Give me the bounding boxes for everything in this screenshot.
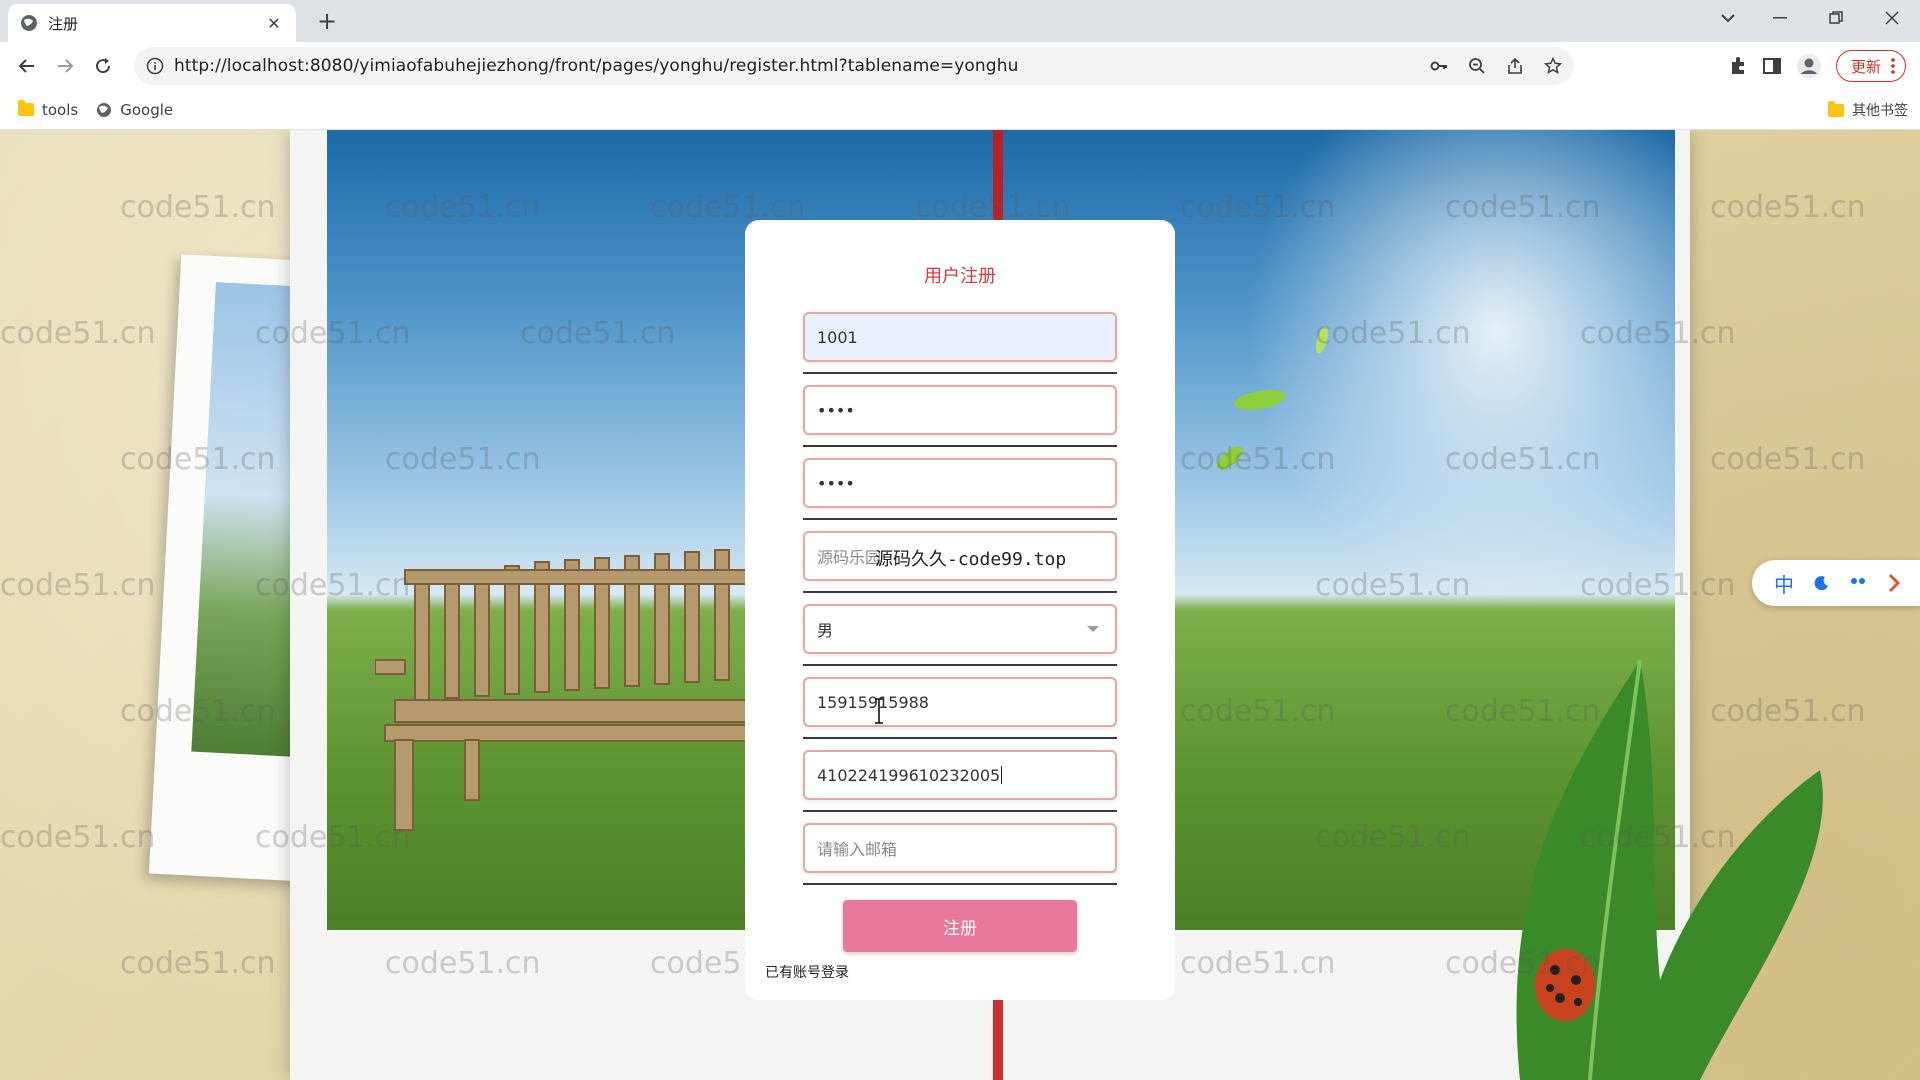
moon-icon[interactable] bbox=[1814, 575, 1830, 591]
globe-icon bbox=[97, 102, 112, 117]
share-icon[interactable] bbox=[1506, 57, 1524, 75]
divider bbox=[803, 810, 1117, 812]
confirm-password-value: •••• bbox=[817, 473, 855, 493]
close-window-button[interactable] bbox=[1864, 0, 1920, 36]
account-field[interactable]: 1001 bbox=[803, 312, 1117, 362]
forward-button[interactable] bbox=[46, 47, 84, 85]
bookmark-tools[interactable]: tools bbox=[18, 100, 79, 119]
other-bookmarks-label: 其他书签 bbox=[1852, 103, 1908, 119]
page-title: 用户注册 bbox=[924, 266, 996, 287]
new-tab-button[interactable]: + bbox=[312, 6, 342, 36]
leaf-icon bbox=[1315, 326, 1329, 354]
text-caret bbox=[1001, 766, 1003, 784]
leaf-icon bbox=[1234, 390, 1286, 410]
close-tab-icon[interactable]: ✕ bbox=[264, 14, 284, 33]
id-card-value: 410224199610232005 bbox=[817, 765, 1001, 785]
divider bbox=[803, 372, 1117, 374]
update-button[interactable]: 更新 bbox=[1835, 50, 1906, 82]
url-text: http://localhost:8080/yimiaofabuhejiezho… bbox=[174, 56, 1019, 76]
divider bbox=[803, 445, 1117, 447]
chevron-down-icon bbox=[1087, 626, 1099, 632]
profile-avatar-icon[interactable] bbox=[1796, 53, 1822, 79]
bookmark-label: tools bbox=[42, 100, 79, 119]
browser-toolbar: http://localhost:8080/yimiaofabuhejiezho… bbox=[0, 42, 1920, 90]
overlay-watermark: 源码久久-code99.top bbox=[875, 549, 1067, 570]
watermark: code51.cn bbox=[0, 820, 156, 855]
bookmark-google[interactable]: Google bbox=[96, 101, 173, 119]
page-viewport: code51.cn code51.cn code51.cn code51.cn … bbox=[0, 130, 1920, 1080]
quote-icon[interactable] bbox=[1850, 576, 1868, 590]
address-bar[interactable]: http://localhost:8080/yimiaofabuhejiezho… bbox=[134, 47, 1574, 85]
back-button[interactable] bbox=[8, 47, 46, 85]
side-panel-icon[interactable] bbox=[1762, 56, 1782, 76]
bookmark-label: Google bbox=[120, 100, 174, 119]
email-placeholder: 请输入邮箱 bbox=[817, 840, 898, 859]
reload-icon bbox=[96, 58, 111, 74]
ladybug-leaf-illustration bbox=[1516, 659, 1823, 1080]
divider bbox=[803, 518, 1117, 520]
key-icon[interactable] bbox=[1430, 57, 1448, 75]
clouds bbox=[1227, 130, 1677, 630]
id-card-field[interactable]: 410224199610232005 bbox=[803, 750, 1117, 800]
bookmarks-bar: tools Google 其他书签 bbox=[0, 90, 1920, 130]
minimize-button[interactable] bbox=[1752, 0, 1808, 36]
register-button[interactable]: 注册 bbox=[843, 900, 1077, 952]
restore-button[interactable] bbox=[1808, 0, 1864, 36]
watermark: code51.cn bbox=[1710, 190, 1866, 225]
leaf-icon bbox=[1216, 446, 1244, 470]
ime-mode[interactable]: 中 bbox=[1774, 569, 1794, 598]
register-card: 用户注册 1001 •••• •••• 源码乐园 源码久久-code99.top… bbox=[745, 220, 1175, 1000]
info-icon bbox=[146, 57, 164, 75]
text-cursor-icon bbox=[875, 698, 883, 724]
bench-illustration bbox=[375, 549, 775, 831]
watermark: code51.cn bbox=[0, 568, 156, 603]
tab-search-icon[interactable] bbox=[1700, 0, 1756, 36]
divider bbox=[803, 737, 1117, 739]
watermark: code51.cn bbox=[1710, 442, 1866, 477]
star-icon[interactable] bbox=[1544, 57, 1562, 75]
email-field[interactable]: 请输入邮箱 bbox=[803, 823, 1117, 873]
arrow-left-icon bbox=[18, 59, 34, 73]
name-field[interactable]: 源码乐园 源码久久-code99.top bbox=[803, 531, 1117, 581]
divider bbox=[803, 664, 1117, 666]
name-value: 源码乐园 bbox=[817, 548, 882, 567]
tab-strip: 注册 ✕ + bbox=[0, 0, 1920, 42]
update-label: 更新 bbox=[1850, 57, 1881, 76]
arrow-right-icon bbox=[58, 59, 74, 73]
chevron-right-icon[interactable] bbox=[1888, 573, 1900, 593]
password-value: •••• bbox=[817, 400, 855, 420]
divider bbox=[803, 883, 1117, 885]
folder-icon bbox=[18, 100, 34, 116]
watermark: code51.cn bbox=[120, 946, 276, 981]
phone-field[interactable]: 15915915988 bbox=[803, 677, 1117, 727]
globe-icon bbox=[21, 15, 37, 31]
zoom-out-icon[interactable] bbox=[1468, 57, 1486, 75]
extensions-icon[interactable] bbox=[1728, 56, 1748, 76]
ime-toolbar[interactable]: 中 bbox=[1752, 560, 1920, 606]
folder-icon bbox=[1828, 100, 1844, 117]
reload-button[interactable] bbox=[84, 47, 122, 85]
tab-register[interactable]: 注册 ✕ bbox=[8, 4, 296, 42]
gender-value: 男 bbox=[817, 621, 834, 640]
login-link[interactable]: 已有账号登录 bbox=[765, 962, 849, 982]
tab-title: 注册 bbox=[48, 14, 79, 33]
more-vert-icon bbox=[1891, 58, 1895, 74]
watermark: code51.cn bbox=[120, 190, 276, 225]
account-value: 1001 bbox=[817, 327, 858, 347]
password-field[interactable]: •••• bbox=[803, 385, 1117, 435]
confirm-password-field[interactable]: •••• bbox=[803, 458, 1117, 508]
other-bookmarks[interactable]: 其他书签 bbox=[1828, 90, 1908, 130]
watermark: code51.cn bbox=[0, 316, 156, 351]
divider bbox=[803, 591, 1117, 593]
gender-select[interactable]: 男 bbox=[803, 604, 1117, 654]
